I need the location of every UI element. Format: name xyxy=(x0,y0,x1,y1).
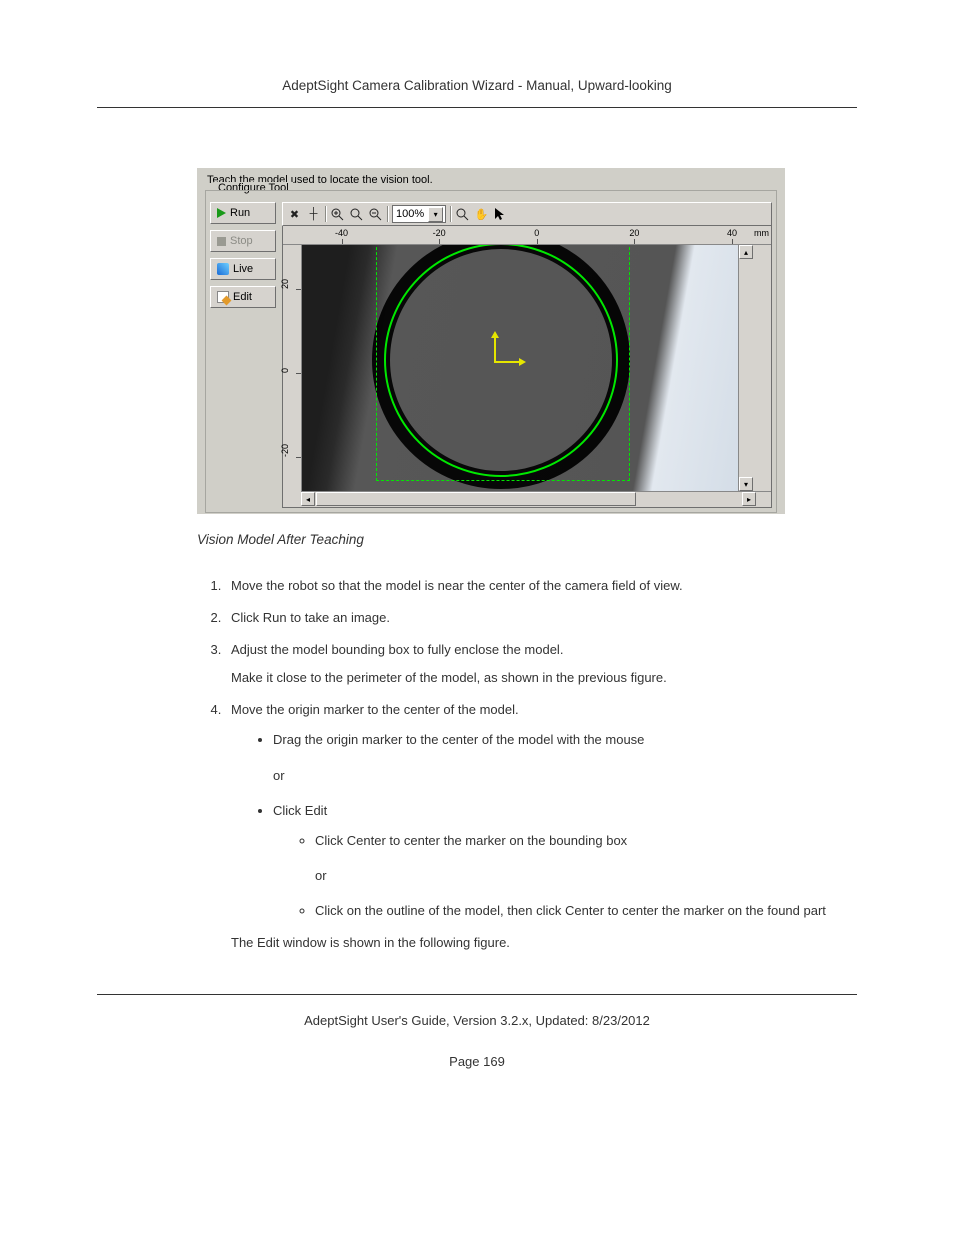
ruler-unit: mm xyxy=(754,228,769,238)
ruler-y: 20 0 -20 xyxy=(283,245,302,491)
scroll-right-icon[interactable]: ▸ xyxy=(742,492,756,506)
viewer-toolbar: ✖ ┼ xyxy=(282,202,772,226)
stop-button-label: Stop xyxy=(230,235,253,247)
zoom-out-icon[interactable] xyxy=(368,207,383,222)
footer-page-number: Page 169 xyxy=(97,1054,857,1069)
step-1: Move the robot so that the model is near… xyxy=(225,575,857,597)
scroll-up-icon[interactable]: ▴ xyxy=(739,245,753,259)
ruler-x: -40 -20 0 20 40 mm xyxy=(283,226,771,245)
scroll-thumb[interactable] xyxy=(316,492,636,506)
step-4: Move the origin marker to the center of … xyxy=(225,699,857,954)
run-button[interactable]: Run xyxy=(210,202,276,224)
origin-marker[interactable] xyxy=(494,333,524,363)
stop-icon xyxy=(217,237,226,246)
pointer-icon[interactable] xyxy=(493,207,508,222)
zoom-region-icon[interactable] xyxy=(455,207,470,222)
edit-button[interactable]: Edit xyxy=(210,286,276,308)
step-2: Click Run to take an image. xyxy=(225,607,857,629)
configure-tool-group: Run Stop Live xyxy=(205,190,777,513)
run-button-label: Run xyxy=(230,207,250,219)
step-4-sub-2: Click Edit Click Center to center the ma… xyxy=(273,800,857,922)
step-4-sub-1: Drag the origin marker to the center of … xyxy=(273,729,857,786)
scrollbar-horizontal[interactable]: ◂ ▸ xyxy=(301,491,771,507)
edit-icon xyxy=(217,291,229,303)
footer-rule xyxy=(97,994,857,995)
zoom-combo[interactable]: 100% ▾ xyxy=(392,205,446,223)
step-4-sub-2-b: Click on the outline of the model, then … xyxy=(315,900,857,922)
play-icon xyxy=(217,208,226,218)
crosshair-icon[interactable]: ┼ xyxy=(306,207,321,222)
live-icon xyxy=(217,263,229,275)
scrollbar-vertical[interactable]: ▴ ▾ xyxy=(738,245,754,491)
zoom-value: 100% xyxy=(396,208,424,220)
live-button[interactable]: Live xyxy=(210,258,276,280)
edit-button-label: Edit xyxy=(233,291,252,303)
footer-line: AdeptSight User's Guide, Version 3.2.x, … xyxy=(97,1013,857,1028)
instruction-list: Move the robot so that the model is near… xyxy=(197,575,857,954)
figure-caption: Vision Model After Teaching xyxy=(97,532,857,547)
live-button-label: Live xyxy=(233,263,253,275)
zoom-in-icon[interactable] xyxy=(330,207,345,222)
step-4-sub-2-a: Click Center to center the marker on the… xyxy=(315,830,857,887)
tools-icon[interactable]: ✖ xyxy=(287,207,302,222)
step-3: Adjust the model bounding box to fully e… xyxy=(225,639,857,689)
scroll-left-icon[interactable]: ◂ xyxy=(301,492,315,506)
header-rule xyxy=(97,107,857,108)
figure-vision-model: Teach the model used to locate the visio… xyxy=(197,168,785,514)
stop-button[interactable]: Stop xyxy=(210,230,276,252)
image-viewport[interactable] xyxy=(302,245,738,491)
zoom-fit-icon[interactable] xyxy=(349,207,364,222)
pan-icon[interactable]: ✋ xyxy=(474,207,489,222)
scroll-down-icon[interactable]: ▾ xyxy=(739,477,753,491)
chevron-down-icon[interactable]: ▾ xyxy=(428,207,443,222)
page-header-title: AdeptSight Camera Calibration Wizard - M… xyxy=(97,78,857,93)
bounding-box[interactable] xyxy=(376,245,630,481)
